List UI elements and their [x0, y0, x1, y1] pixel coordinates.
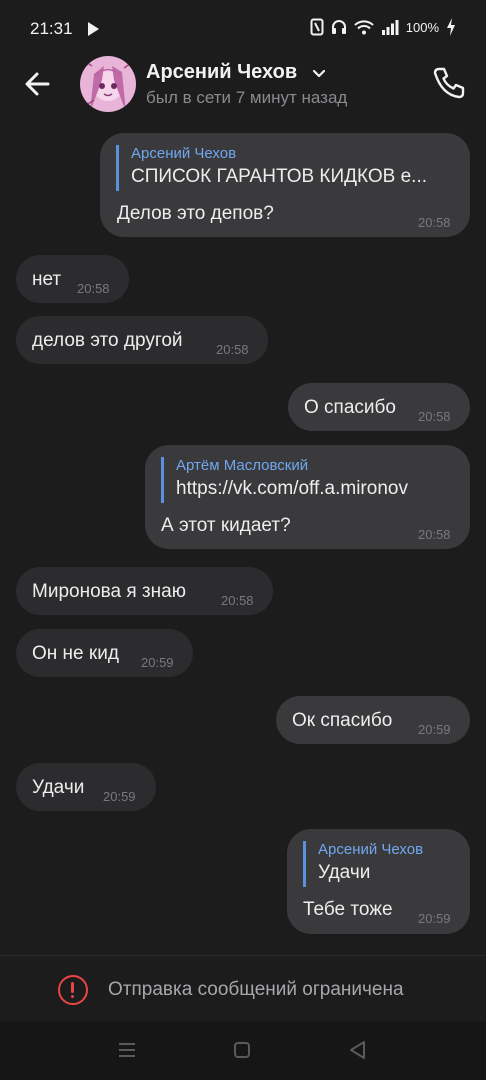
message-time: 20:58 — [221, 593, 254, 608]
message-bubble-incoming[interactable]: Миронова я знаю 20:58 — [16, 567, 273, 615]
battery-level: 100% — [405, 19, 439, 35]
system-navigation-bar — [0, 1021, 486, 1080]
message-text: нет — [32, 269, 62, 290]
message-text: Ок спасибо — [292, 710, 393, 731]
avatar[interactable] — [80, 56, 136, 112]
message-text: Удачи — [32, 777, 85, 798]
reply-author: Арсений Чехов — [131, 145, 237, 162]
status-icons: 100% — [310, 18, 456, 36]
contact-name[interactable]: Арсений Чехов — [146, 61, 297, 84]
reply-quote[interactable]: Артём Масловский https://vk.com/off.a.mi… — [161, 457, 456, 503]
back-arrow-icon[interactable] — [20, 66, 56, 102]
chat-header: Арсений Чехов был в сети 7 минут назад — [0, 56, 486, 120]
message-bubble-outgoing[interactable]: Арсений Чехов Удачи Тебе тоже 20:59 — [287, 829, 470, 934]
message-text: Тебе тоже — [303, 899, 393, 920]
reply-author: Арсений Чехов — [318, 841, 424, 858]
message-time: 20:59 — [418, 722, 451, 737]
reply-text: СПИСОК ГАРАНТОВ КИДКОВ е... — [131, 166, 428, 187]
nfc-icon — [310, 18, 324, 36]
message-time: 20:59 — [103, 789, 136, 804]
message-time: 20:58 — [216, 342, 249, 357]
message-time: 20:58 — [418, 527, 451, 542]
message-text: Делов это депов? — [117, 203, 274, 224]
reply-author: Артём Масловский — [176, 457, 309, 474]
message-text: Миронова я знаю — [32, 581, 186, 602]
alert-circle-icon — [58, 975, 88, 1005]
reply-quote[interactable]: Арсений Чехов Удачи — [303, 841, 463, 887]
message-time: 20:58 — [77, 281, 110, 296]
status-bar: 21:31 100% — [0, 0, 486, 56]
message-bubble-outgoing[interactable]: О спасибо 20:58 — [288, 383, 470, 431]
reply-text: Удачи — [318, 862, 371, 883]
signal-icon — [381, 20, 399, 35]
home-icon[interactable] — [233, 1041, 251, 1059]
restriction-text: Отправка сообщений ограничена — [108, 979, 404, 1000]
message-time: 20:58 — [418, 409, 451, 424]
headset-icon — [331, 20, 346, 34]
reply-text: https://vk.com/off.a.mironov — [176, 478, 408, 499]
messaging-restricted-bar: Отправка сообщений ограничена — [0, 955, 486, 1021]
message-bubble-outgoing[interactable]: Ок спасибо 20:59 — [276, 696, 470, 744]
contact-status: был в сети 7 минут назад — [146, 88, 348, 107]
message-text: Он не кид — [32, 643, 119, 664]
phone-icon[interactable] — [430, 64, 468, 102]
message-bubble-incoming[interactable]: Он не кид 20:59 — [16, 629, 193, 677]
message-bubble-outgoing[interactable]: Артём Масловский https://vk.com/off.a.mi… — [145, 445, 470, 549]
message-text: делов это другой — [32, 330, 183, 351]
menu-icon[interactable] — [117, 1042, 137, 1058]
message-bubble-outgoing[interactable]: Арсений Чехов СПИСОК ГАРАНТОВ КИДКОВ е..… — [100, 133, 470, 237]
charging-icon — [447, 18, 455, 36]
message-time: 20:58 — [418, 215, 451, 230]
reply-quote[interactable]: Арсений Чехов СПИСОК ГАРАНТОВ КИДКОВ е..… — [116, 145, 452, 191]
status-time: 21:31 — [30, 19, 73, 38]
message-bubble-incoming[interactable]: Удачи 20:59 — [16, 763, 156, 811]
wifi-icon — [354, 20, 374, 35]
play-icon — [88, 22, 99, 36]
message-bubble-incoming[interactable]: нет 20:58 — [16, 255, 129, 303]
message-bubble-incoming[interactable]: делов это другой 20:58 — [16, 316, 268, 364]
message-text: О спасибо — [304, 397, 396, 418]
message-text: А этот кидает? — [161, 515, 291, 536]
message-time: 20:59 — [418, 911, 451, 926]
chevron-down-icon[interactable] — [312, 69, 326, 79]
message-time: 20:59 — [141, 655, 174, 670]
back-icon[interactable] — [348, 1040, 368, 1060]
